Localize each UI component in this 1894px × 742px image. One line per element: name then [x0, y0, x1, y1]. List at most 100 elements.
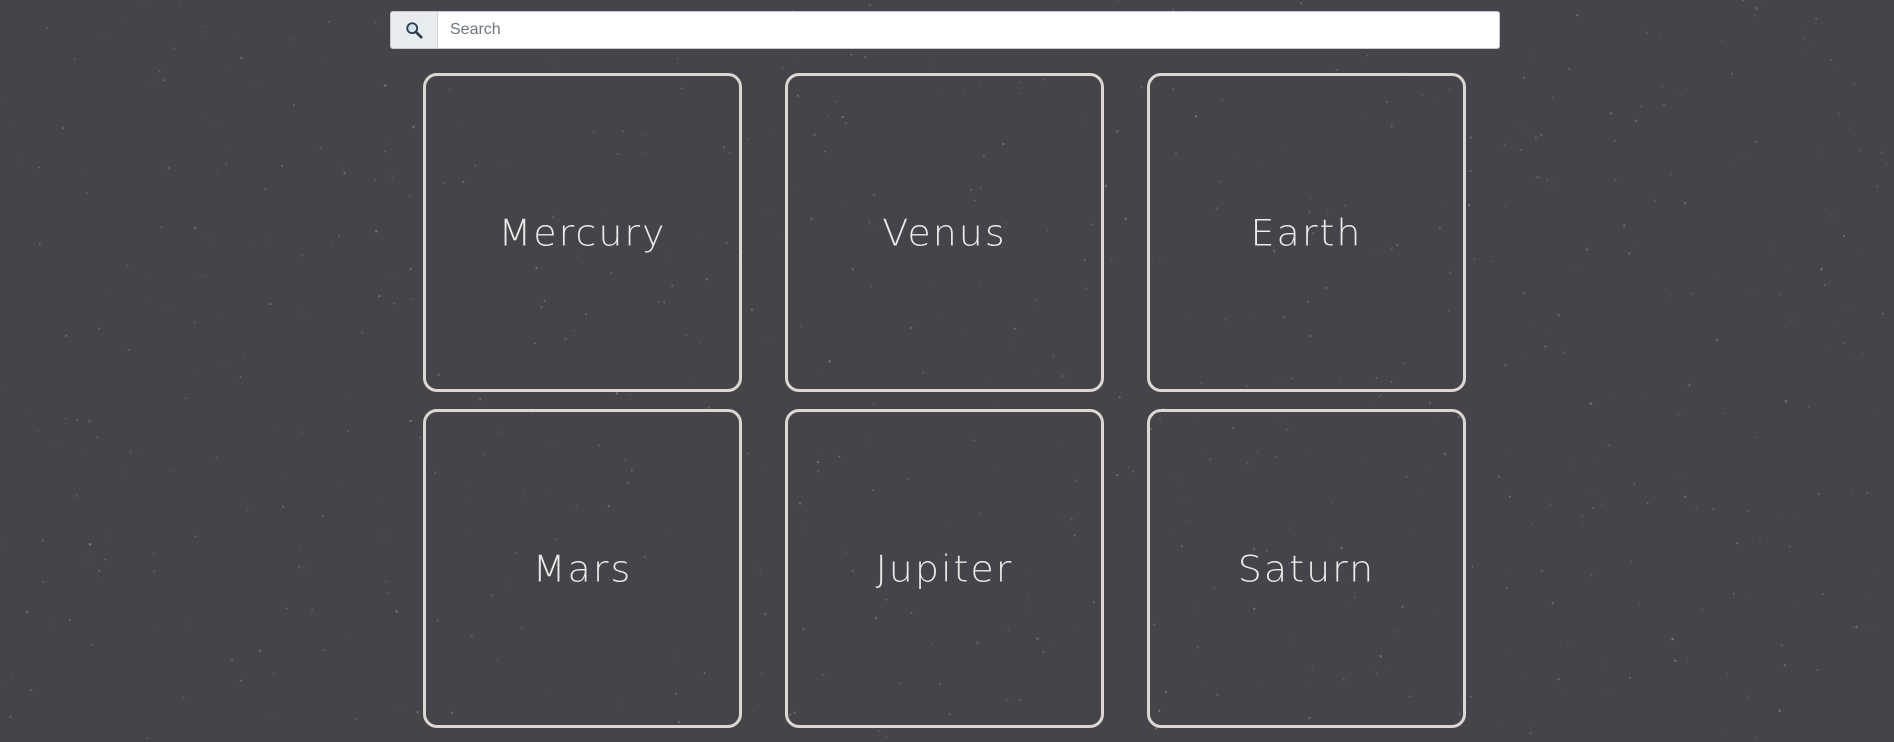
star-dot [1848, 127, 1851, 130]
star-dot [1847, 305, 1849, 307]
search-bar [390, 11, 1500, 49]
star-dot [173, 47, 176, 51]
star-dot [1823, 283, 1827, 286]
star-dot [25, 610, 29, 614]
star-dot [151, 79, 153, 81]
star-dot [409, 419, 412, 423]
star-dot [281, 164, 284, 167]
star-dot [1683, 202, 1687, 205]
star-dot [1691, 293, 1694, 295]
star-dot [338, 234, 340, 237]
planet-card-earth[interactable]: Earth [1147, 73, 1466, 392]
planet-card-jupiter[interactable]: Jupiter [785, 409, 1104, 728]
star-dot [194, 535, 197, 538]
star-dot [286, 607, 288, 609]
star-dot [1778, 293, 1781, 296]
planet-grid: Mercury Venus Earth Mars Jupiter Saturn [423, 73, 1466, 728]
star-dot [1566, 642, 1569, 644]
star-dot [46, 27, 48, 30]
star-dot [1469, 136, 1472, 139]
star-dot [96, 580, 98, 582]
star-dot [194, 227, 197, 230]
star-dot [1742, 0, 1745, 2]
star-dot [1871, 629, 1873, 631]
star-dot [1471, 566, 1474, 568]
star-dot [1819, 150, 1822, 153]
star-dot [885, 735, 888, 738]
star-dot [1815, 17, 1818, 20]
star-dot [75, 494, 79, 497]
star-dot [1367, 54, 1369, 57]
star-dot [1623, 224, 1626, 227]
star-dot [392, 302, 396, 305]
star-dot [1731, 72, 1734, 75]
star-dot [1528, 55, 1530, 57]
star-dot [1837, 66, 1839, 68]
star-dot [1538, 176, 1541, 179]
star-dot [1614, 178, 1617, 182]
star-dot [1688, 383, 1691, 387]
star-dot [1545, 330, 1547, 332]
star-dot [387, 592, 390, 595]
star-dot [16, 159, 18, 161]
star-dot [383, 84, 387, 87]
star-dot [198, 371, 200, 373]
star-dot [1671, 637, 1674, 641]
star-dot [1830, 214, 1834, 217]
star-dot [1551, 183, 1553, 185]
search-button[interactable] [391, 12, 438, 48]
star-dot [153, 624, 155, 626]
star-dot [1726, 673, 1729, 675]
star-dot [88, 542, 92, 546]
star-dot [1759, 541, 1761, 544]
star-dot [258, 649, 262, 652]
star-dot [374, 21, 377, 23]
star-dot [298, 565, 300, 568]
star-dot [1576, 13, 1579, 17]
star-dot [302, 566, 305, 569]
planet-card-venus[interactable]: Venus [785, 73, 1104, 392]
star-dot [399, 709, 401, 711]
star-dot [1679, 479, 1681, 480]
planet-card-mars[interactable]: Mars [423, 409, 742, 728]
star-dot [1534, 136, 1537, 140]
star-dot [98, 569, 101, 572]
star-dot [676, 58, 679, 60]
star-dot [1490, 260, 1493, 263]
star-dot [162, 79, 165, 82]
star-dot [1519, 148, 1522, 152]
star-dot [391, 276, 393, 278]
star-dot [1575, 270, 1577, 272]
star-dot [384, 136, 386, 137]
star-dot [301, 254, 304, 257]
star-dot [1529, 732, 1532, 735]
star-dot [223, 362, 225, 364]
star-dot [1695, 506, 1698, 509]
star-dot [127, 348, 131, 352]
star-dot [1567, 67, 1571, 71]
star-dot [281, 472, 283, 475]
star-dot [85, 192, 89, 195]
star-dot [1754, 735, 1757, 738]
star-dot [340, 481, 342, 483]
star-dot [218, 315, 220, 317]
star-dot [374, 230, 378, 233]
star-dot [1880, 151, 1883, 154]
star-dot [146, 301, 148, 303]
star-dot [231, 65, 232, 67]
star-dot [37, 429, 40, 432]
star-dot [167, 305, 169, 307]
star-dot [0, 386, 1, 388]
star-dot [1531, 523, 1533, 525]
star-dot [1790, 319, 1793, 322]
planet-card-mercury[interactable]: Mercury [423, 73, 742, 392]
star-dot [179, 1, 182, 4]
star-dot [87, 559, 89, 561]
star-dot [85, 454, 87, 456]
star-dot [1876, 185, 1879, 188]
star-dot [930, 62, 932, 65]
planet-card-saturn[interactable]: Saturn [1147, 409, 1466, 728]
search-input[interactable] [438, 12, 1499, 48]
star-dot [255, 86, 258, 88]
star-dot [1632, 483, 1636, 486]
